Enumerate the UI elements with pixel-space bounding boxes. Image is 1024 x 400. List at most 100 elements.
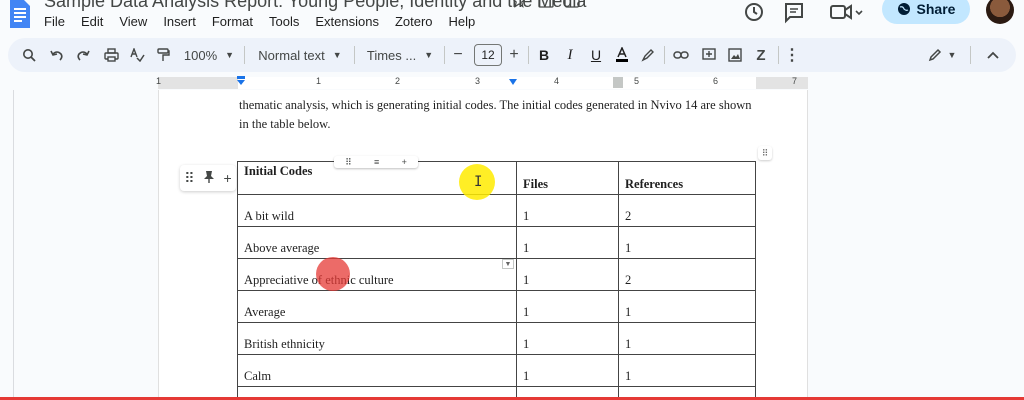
- table-cell[interactable]: 1: [516, 322, 619, 355]
- menu-extensions[interactable]: Extensions: [315, 14, 379, 29]
- redo-button[interactable]: [72, 38, 94, 72]
- menu-file[interactable]: File: [44, 14, 65, 29]
- insert-comment-button[interactable]: [698, 38, 720, 72]
- underline-button[interactable]: U: [586, 38, 606, 72]
- pin-icon[interactable]: [203, 170, 215, 187]
- table-cell[interactable]: 1: [516, 290, 619, 323]
- table-row: A bit wild 1 2: [237, 194, 756, 227]
- highlighter-icon: [641, 49, 654, 62]
- initial-codes-table[interactable]: Initial Codes Files References A bit wil…: [237, 161, 756, 400]
- ruler-number: 4: [554, 76, 560, 86]
- menu-edit[interactable]: Edit: [81, 14, 103, 29]
- italic-button[interactable]: I: [560, 38, 580, 72]
- table-cell[interactable]: British ethnicity: [237, 322, 517, 355]
- table-drag-handle-icon[interactable]: ⠿: [758, 146, 772, 160]
- table-row: Calm 1 1: [237, 354, 756, 387]
- table-cell[interactable]: 1: [516, 258, 619, 291]
- share-button[interactable]: Share: [882, 0, 970, 24]
- menu-help[interactable]: Help: [449, 14, 476, 29]
- document-page[interactable]: thematic analysis, which is generating i…: [158, 90, 808, 400]
- table-cell[interactable]: 1: [618, 322, 756, 355]
- bold-button[interactable]: B: [534, 38, 554, 72]
- column-marker-icon[interactable]: [508, 76, 518, 86]
- left-indent-marker-icon[interactable]: [236, 76, 246, 86]
- column-separator-marker[interactable]: [613, 77, 623, 88]
- table-cell[interactable]: Average: [237, 290, 517, 323]
- document-title[interactable]: Sample Data Analysis Report: Young Peopl…: [44, 0, 586, 12]
- ruler-number: 7: [792, 76, 798, 86]
- table-cell[interactable]: 1: [516, 354, 619, 387]
- app-header: Sample Data Analysis Report: Young Peopl…: [0, 0, 1024, 38]
- menu-zotero[interactable]: Zotero: [395, 14, 433, 29]
- table-cell[interactable]: 1: [618, 290, 756, 323]
- add-row-icon[interactable]: +: [224, 170, 232, 186]
- search-menus-button[interactable]: [18, 38, 40, 72]
- chevron-down-icon: ▼: [424, 50, 434, 60]
- paint-format-button[interactable]: [152, 38, 174, 72]
- separator: [528, 46, 529, 64]
- cloud-status-icon[interactable]: [564, 0, 580, 8]
- menu-insert[interactable]: Insert: [163, 14, 196, 29]
- move-icon[interactable]: [538, 0, 554, 8]
- cell-menu-chevron-icon[interactable]: ▼: [502, 259, 514, 269]
- table-header-row: Initial Codes Files References: [237, 161, 756, 195]
- bold-icon: B: [538, 47, 550, 63]
- menu-format[interactable]: Format: [212, 14, 253, 29]
- vertical-ruler[interactable]: [4, 90, 14, 400]
- spellcheck-button[interactable]: [126, 38, 148, 72]
- link-icon: [673, 51, 689, 59]
- drag-handle-icon[interactable]: ⠿: [345, 157, 352, 168]
- decrease-font-size-button[interactable]: −: [448, 38, 468, 72]
- ruler-left-margin: [158, 77, 238, 89]
- font-select[interactable]: Times ... ▼: [360, 38, 440, 72]
- column-handle-toolbar: ⠿ ≡ +: [334, 156, 418, 168]
- table-header-cell[interactable]: Files: [516, 161, 619, 195]
- chevron-down-icon: ▼: [947, 50, 957, 60]
- style-select[interactable]: Normal text ▼: [252, 38, 348, 72]
- table-cell[interactable]: Above average: [237, 226, 517, 259]
- menu-view[interactable]: View: [119, 14, 147, 29]
- increase-font-size-button[interactable]: +: [504, 38, 524, 72]
- version-history-icon[interactable]: [742, 0, 766, 24]
- table-cell[interactable]: Appreciative of ethnic culture: [237, 258, 517, 291]
- comments-icon[interactable]: [782, 0, 806, 24]
- print-button[interactable]: [100, 38, 122, 72]
- table-cell[interactable]: 1: [516, 226, 619, 259]
- table-header-cell[interactable]: References: [618, 161, 756, 195]
- insert-link-button[interactable]: [670, 38, 692, 72]
- separator: [970, 46, 971, 64]
- separator: [778, 46, 779, 64]
- spellcheck-icon: [129, 48, 145, 62]
- table-cell[interactable]: 1: [516, 194, 619, 227]
- meet-icon[interactable]: [828, 0, 864, 24]
- zoom-select[interactable]: 100% ▼: [180, 38, 238, 72]
- ruler-number: 2: [395, 76, 401, 86]
- table-cell[interactable]: 1: [618, 226, 756, 259]
- highlight-color-button[interactable]: [638, 38, 658, 72]
- table-cell[interactable]: 1: [618, 354, 756, 387]
- add-column-icon[interactable]: +: [402, 157, 407, 167]
- undo-button[interactable]: [46, 38, 68, 72]
- horizontal-ruler[interactable]: 1 1 2 3 4 5 6 7: [0, 74, 1024, 90]
- table-cell[interactable]: 2: [618, 258, 756, 291]
- drag-handle-icon[interactable]: ⠿: [184, 170, 194, 187]
- add-comment-icon: [702, 48, 716, 60]
- zotero-button[interactable]: Z: [750, 38, 772, 72]
- text-color-button[interactable]: [612, 38, 632, 72]
- font-size-input[interactable]: 12: [474, 44, 502, 66]
- avatar[interactable]: [986, 0, 1014, 24]
- editing-mode-button[interactable]: ▼: [922, 38, 962, 72]
- insert-image-button[interactable]: [724, 38, 746, 72]
- sort-icon[interactable]: ≡: [374, 157, 379, 167]
- body-paragraph[interactable]: thematic analysis, which is generating i…: [239, 96, 759, 134]
- more-options-button[interactable]: ⋮: [782, 38, 802, 72]
- docs-logo-icon[interactable]: [10, 0, 30, 28]
- table-cell[interactable]: Calm: [237, 354, 517, 387]
- table-cell[interactable]: 2: [618, 194, 756, 227]
- table-row: Average 1 1: [237, 290, 756, 323]
- hide-menus-button[interactable]: [982, 38, 1004, 72]
- zoom-value: 100%: [183, 47, 218, 63]
- globe-icon: [897, 3, 910, 15]
- menu-tools[interactable]: Tools: [269, 14, 299, 29]
- star-icon[interactable]: [512, 0, 528, 8]
